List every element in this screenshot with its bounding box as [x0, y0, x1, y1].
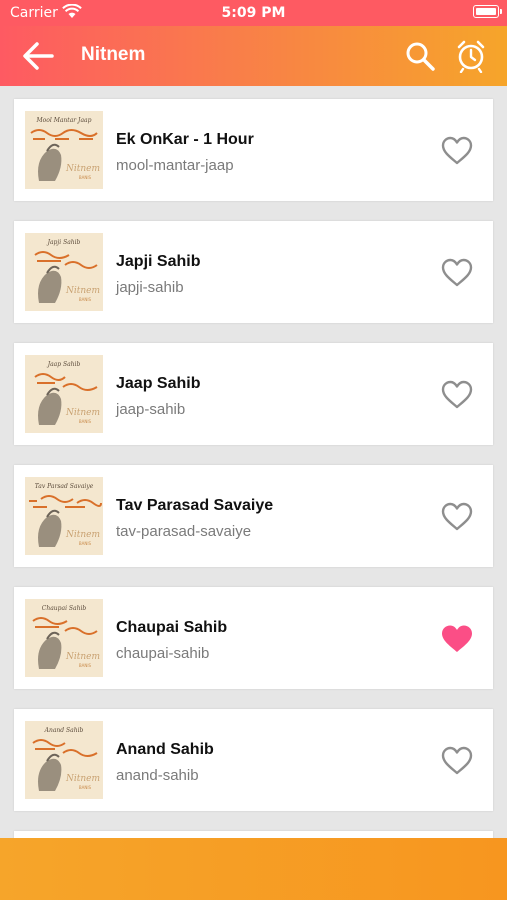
heart-outline-icon[interactable]: [440, 257, 474, 289]
bani-thumbnail: Chaupai Sahib Nitnem BANIS: [25, 599, 103, 677]
svg-text:Nitnem: Nitnem: [65, 408, 100, 418]
svg-text:BANIS: BANIS: [79, 541, 92, 546]
svg-text:Nitnem: Nitnem: [65, 652, 100, 662]
list-item[interactable]: Japji Sahib Nitnem BANIS Japji Sahib jap…: [14, 221, 493, 323]
list-item[interactable]: Mool Mantar Jaap Nitnem BANIS Ek OnKar -…: [14, 99, 493, 201]
svg-text:BANIS: BANIS: [79, 663, 92, 668]
heart-outline-icon[interactable]: [440, 501, 474, 533]
bani-title: Tav Parasad Savaiye: [116, 497, 274, 514]
svg-text:Chaupai Sahib: Chaupai Sahib: [42, 605, 87, 612]
svg-text:BANIS: BANIS: [79, 297, 92, 302]
bani-thumbnail: Japji Sahib Nitnem BANIS: [25, 233, 103, 311]
bani-thumbnail: Jaap Sahib Nitnem BANIS: [25, 355, 103, 433]
app-bar: Nitnem: [0, 26, 507, 86]
svg-text:Nitnem: Nitnem: [65, 164, 100, 174]
svg-text:BANIS: BANIS: [79, 175, 92, 180]
heart-outline-icon[interactable]: [440, 745, 474, 777]
heart-outline-icon[interactable]: [440, 135, 474, 167]
list-item[interactable]: Chaupai Sahib Nitnem BANIS Chaupai Sahib…: [14, 587, 493, 689]
svg-text:Nitnem: Nitnem: [65, 286, 100, 296]
svg-text:Anand Sahib: Anand Sahib: [44, 727, 84, 734]
status-bar: Carrier 5:09 PM: [0, 0, 507, 26]
heart-outline-icon[interactable]: [440, 379, 474, 411]
svg-text:BANIS: BANIS: [79, 785, 92, 790]
search-icon[interactable]: [404, 40, 438, 72]
bani-slug: anand-sahib: [116, 767, 199, 784]
bani-slug: jaap-sahib: [116, 401, 186, 418]
alarm-clock-icon[interactable]: [451, 39, 491, 73]
bani-slug: japji-sahib: [116, 279, 184, 296]
svg-text:Nitnem: Nitnem: [65, 530, 100, 540]
page-title: Nitnem: [81, 44, 146, 65]
bani-title: Japji Sahib: [116, 253, 201, 270]
arrow-left-icon[interactable]: [18, 39, 58, 73]
bani-title: Anand Sahib: [116, 741, 214, 758]
svg-text:Jaap Sahib: Jaap Sahib: [46, 361, 81, 368]
battery-icon: [473, 5, 502, 18]
svg-text:Nitnem: Nitnem: [65, 774, 100, 784]
bani-thumbnail: Mool Mantar Jaap Nitnem BANIS: [25, 111, 103, 189]
bani-title: Jaap Sahib: [116, 375, 201, 392]
bani-slug: tav-parasad-savaiye: [116, 523, 252, 540]
bani-thumbnail: Tav Parsad Savaiye Nitnem BANIS: [25, 477, 103, 555]
bani-slug: chaupai-sahib: [116, 645, 210, 662]
bottom-bar: [0, 838, 507, 900]
bani-slug: mool-mantar-jaap: [116, 157, 234, 174]
status-time: 5:09 PM: [221, 5, 286, 21]
bani-title: Ek OnKar - 1 Hour: [116, 131, 254, 148]
svg-text:Tav Parsad Savaiye: Tav Parsad Savaiye: [35, 483, 94, 490]
list-item[interactable]: Anand Sahib Nitnem BANIS Anand Sahib ana…: [14, 709, 493, 811]
heart-filled-icon[interactable]: [440, 623, 474, 655]
bani-thumbnail: Anand Sahib Nitnem BANIS: [25, 721, 103, 799]
bani-title: Chaupai Sahib: [116, 619, 228, 636]
list-item[interactable]: Tav Parsad Savaiye Nitnem BANIS Tav Para…: [14, 465, 493, 567]
list-item[interactable]: Jaap Sahib Nitnem BANIS Jaap Sahib jaap-…: [14, 343, 493, 445]
svg-text:Mool Mantar Jaap: Mool Mantar Jaap: [36, 117, 92, 124]
svg-text:BANIS: BANIS: [79, 419, 92, 424]
svg-text:Japji Sahib: Japji Sahib: [46, 239, 81, 246]
